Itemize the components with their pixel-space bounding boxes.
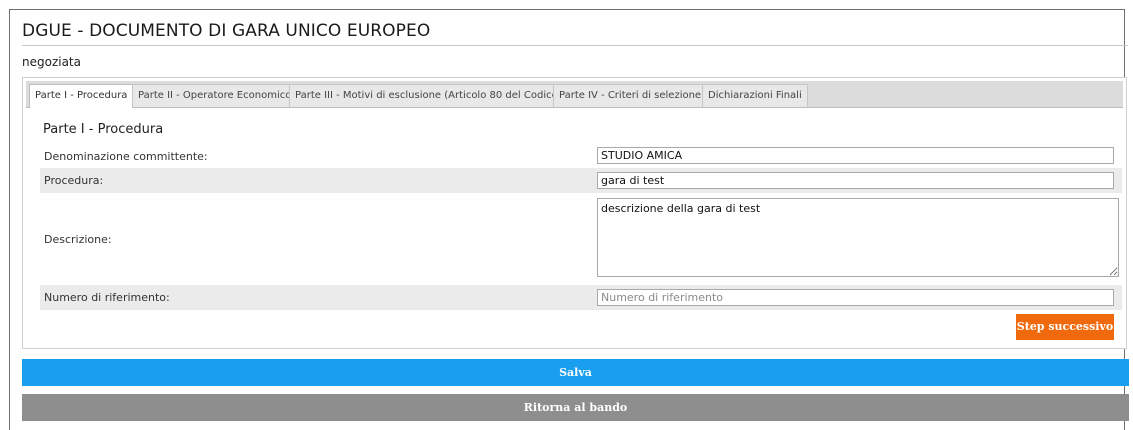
numero-riferimento-input[interactable] [597, 289, 1114, 306]
tab-parte-iii-motivi-esclusione[interactable]: Parte III - Motivi di esclusione (Artico… [289, 84, 568, 107]
descrizione-label: Descrizione: [44, 233, 112, 246]
numero-riferimento-label: Numero di riferimento: [44, 291, 170, 304]
tab-parte-i-procedura[interactable]: Parte I - Procedura [29, 84, 134, 108]
denominazione-committente-input[interactable] [597, 147, 1114, 164]
tab-dichiarazioni-finali[interactable]: Dichiarazioni Finali [702, 84, 808, 107]
title-divider [22, 45, 1128, 46]
form-panel: Parte I - Procedura Parte II - Operatore… [22, 77, 1127, 349]
procedura-label: Procedura: [44, 174, 104, 187]
denominazione-label: Denominazione committente: [44, 150, 208, 163]
next-step-button[interactable]: Step successivo [1016, 314, 1114, 340]
tab-bar: Parte I - Procedura Parte II - Operatore… [26, 81, 1123, 108]
page-title: DGUE - DOCUMENTO DI GARA UNICO EUROPEO [22, 21, 431, 41]
procedure-type-subtitle: negoziata [22, 55, 81, 69]
form-row-denominazione: Denominazione committente: [40, 145, 1122, 168]
form-row-numero-riferimento: Numero di riferimento: [40, 285, 1122, 310]
form-row-procedura: Procedura: [40, 168, 1122, 193]
save-button[interactable]: Salva [22, 359, 1129, 386]
section-title: Parte I - Procedura [43, 122, 164, 137]
form-row-descrizione: Descrizione: descrizione della gara di t… [40, 193, 1122, 285]
descrizione-textarea[interactable]: descrizione della gara di test [597, 198, 1119, 277]
tab-parte-ii-operatore-economico[interactable]: Parte II - Operatore Economico [132, 84, 298, 107]
back-to-tender-button[interactable]: Ritorna al bando [22, 394, 1129, 421]
tab-parte-iv-criteri-selezione[interactable]: Parte IV - Criteri di selezione [553, 84, 708, 107]
procedura-input[interactable] [597, 172, 1114, 189]
